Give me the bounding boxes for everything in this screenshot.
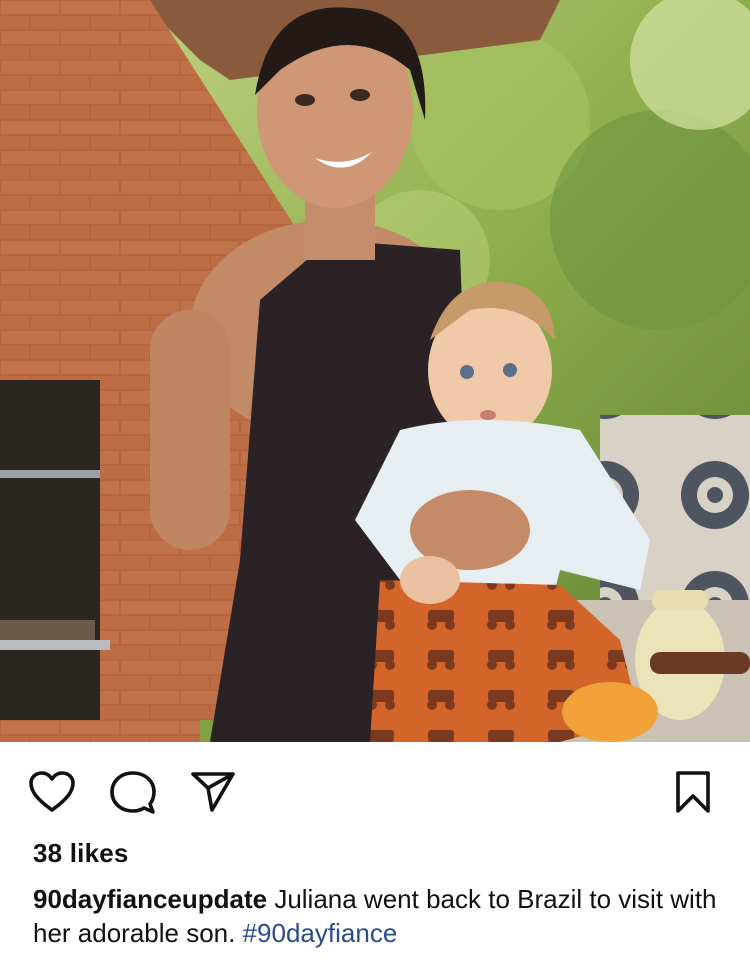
bookmark-icon[interactable] — [674, 770, 712, 814]
post-photo[interactable] — [0, 0, 750, 742]
post-action-bar — [0, 742, 750, 838]
post-caption: 90dayfianceupdate Juliana went back to B… — [33, 882, 723, 950]
comment-icon[interactable] — [110, 770, 156, 816]
caption-username[interactable]: 90dayfianceupdate — [33, 884, 267, 914]
heart-icon[interactable] — [28, 770, 76, 814]
likes-count[interactable]: 38 likes — [33, 838, 129, 869]
caption-hashtag[interactable]: #90dayfiance — [243, 918, 398, 948]
post-photo-illustration — [0, 0, 750, 742]
send-icon[interactable] — [190, 770, 236, 814]
